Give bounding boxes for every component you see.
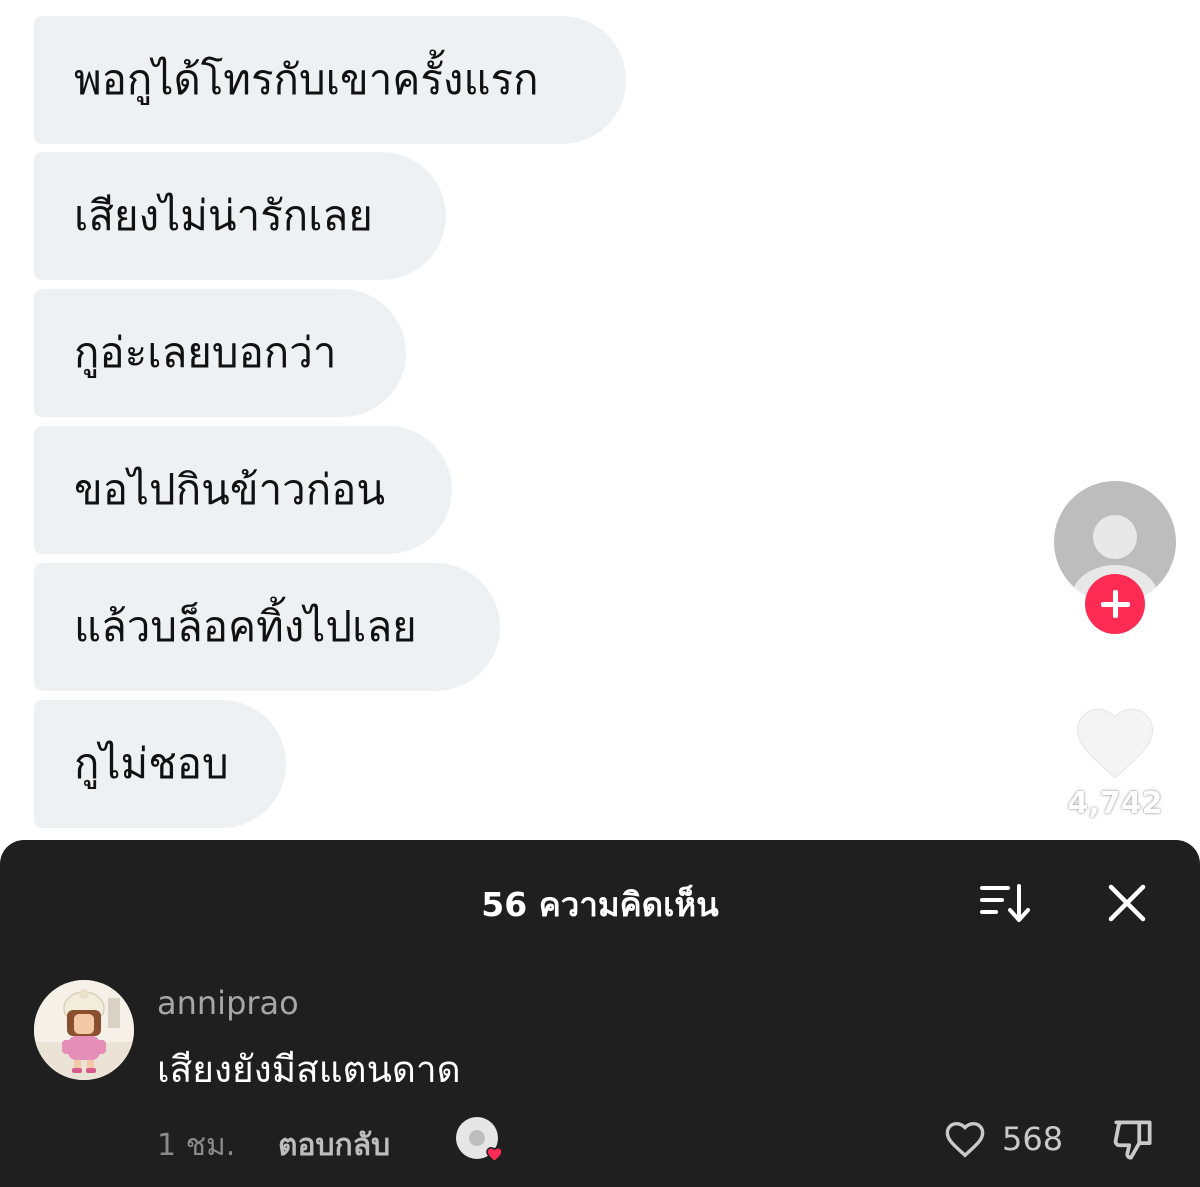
comments-sheet: 56 ความคิดเห็น anniprao เสียงยังมีสแตนดา… [0, 840, 1200, 1187]
heart-icon [945, 1121, 985, 1158]
reply-button[interactable]: ตอบกลับ [278, 1122, 390, 1169]
cartoon-girl-avatar-icon [34, 980, 134, 1080]
message-bubble: พอกูได้โทรกับเขาครั้งแรก [34, 16, 626, 144]
comment-text: เสียงยังมีสแตนดาด [157, 1048, 461, 1091]
like-button[interactable] [1070, 698, 1160, 788]
video-frame[interactable]: พอกูได้โทรกับเขาครั้งแรก เสียงไม่น่ารักเ… [0, 0, 1200, 840]
message-bubble: กูไม่ชอบ [34, 700, 286, 828]
message-bubble: กูอ่ะเลยบอกว่า [34, 289, 406, 417]
creator-avatar-group[interactable] [1054, 481, 1176, 634]
dislike-icon [1113, 1120, 1152, 1160]
sort-button[interactable] [975, 880, 1035, 926]
follow-button[interactable] [1085, 574, 1145, 634]
close-icon [1108, 884, 1146, 922]
comment-timestamp: 1 ชม. [157, 1128, 236, 1163]
creator-liked-heart-icon [456, 1117, 503, 1164]
comment-username[interactable]: anniprao [157, 984, 299, 1022]
dislike-button[interactable] [1108, 1114, 1158, 1164]
creator-liked-badge [455, 1116, 513, 1166]
message-bubble: ขอไปกินข้าวก่อน [34, 426, 452, 554]
message-bubble: แล้วบล็อคทิ้งไปเลย [34, 563, 500, 691]
commenter-avatar[interactable] [34, 980, 134, 1080]
close-button[interactable] [1104, 880, 1150, 926]
like-count: 4,742 [1067, 786, 1163, 821]
message-bubble: เสียงไม่น่ารักเลย [34, 152, 446, 280]
heart-icon [1076, 708, 1154, 779]
comment-like-count: 568 [1002, 1120, 1064, 1158]
comment-like-button[interactable] [941, 1116, 989, 1162]
sort-icon [980, 884, 1030, 922]
plus-icon [1101, 590, 1130, 618]
